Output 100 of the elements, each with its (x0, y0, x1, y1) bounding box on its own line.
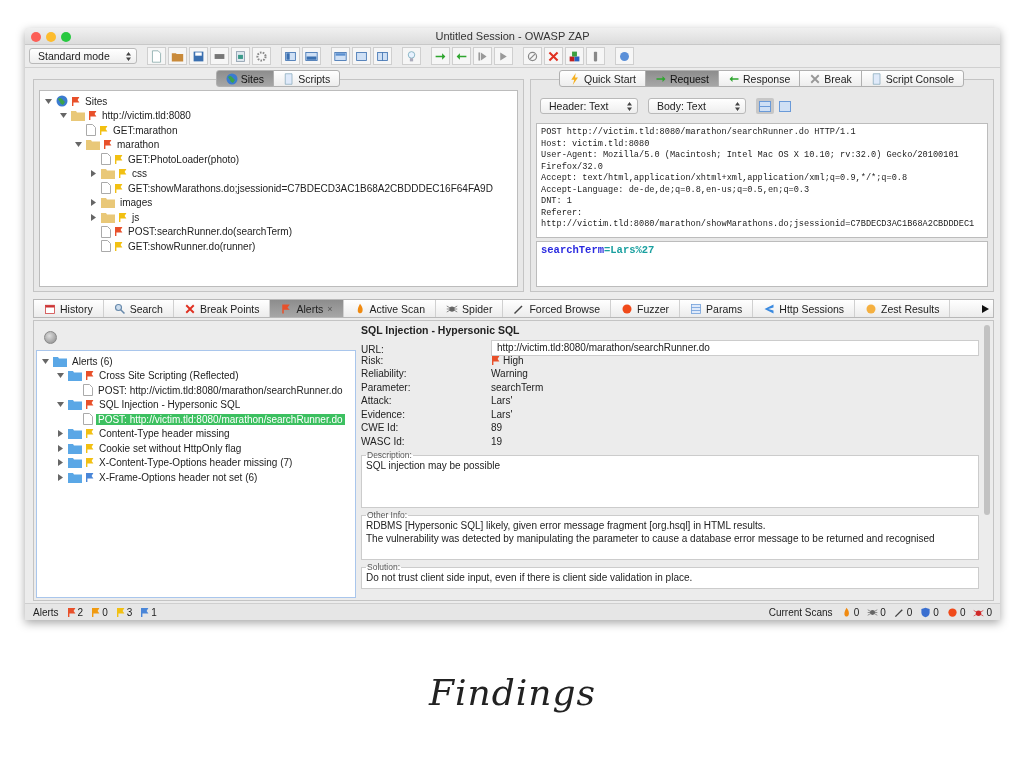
url-field[interactable]: http://victim.tld:8080/marathon/searchRunner.do (491, 340, 979, 356)
toolbar-button[interactable] (544, 47, 563, 65)
field-value: 89 (491, 422, 503, 434)
layout-button[interactable] (756, 98, 774, 114)
tree-item[interactable]: GET:showRunner.do(runner) (126, 240, 258, 252)
text-area[interactable] (361, 510, 979, 560)
tree-item[interactable]: Sites (83, 95, 110, 107)
toolbar-button[interactable] (494, 47, 513, 65)
panel-tab[interactable]: Params (680, 300, 754, 317)
tree-item[interactable]: Cookie set without HttpOnly flag (97, 442, 244, 454)
page-icon (83, 413, 93, 426)
tree-item[interactable]: Content-Type header missing (97, 428, 232, 440)
scan-count: 0 (959, 606, 966, 618)
toolbar-button[interactable] (565, 47, 584, 65)
toolbar-button[interactable] (231, 47, 250, 65)
toolbar-button[interactable] (373, 47, 392, 65)
expanded-arrow-icon[interactable] (57, 401, 64, 409)
panel-tab[interactable]: Fuzzer (611, 300, 681, 317)
panel-tab[interactable]: Quick Start (558, 70, 646, 87)
tree-item[interactable]: SQL Injection - Hypersonic SQL (97, 399, 243, 411)
text-area[interactable]: Description: SQL injection may be possible (361, 450, 979, 508)
panel-tab[interactable]: Http Sessions (753, 300, 856, 317)
panel-tab[interactable]: Scripts (273, 70, 341, 87)
collapsed-arrow-icon[interactable] (57, 473, 64, 481)
mode-select[interactable]: Standard mode (29, 48, 137, 64)
field-label: CWE Id: (361, 422, 400, 434)
dot-icon (621, 302, 633, 315)
expanded-arrow-icon[interactable] (45, 97, 52, 105)
tree-item[interactable]: http://victim.tld:8080 (100, 110, 193, 122)
text-area[interactable]: Solution: Do not trust client side input, even if there is client side validation in place. (361, 562, 979, 589)
toolbar-button[interactable] (431, 47, 450, 65)
collapsed-arrow-icon[interactable] (90, 213, 97, 221)
circle-icon (865, 302, 878, 315)
field-value: searchTerm (491, 381, 544, 393)
expanded-arrow-icon[interactable] (57, 372, 64, 380)
panel-tab[interactable]: Zest Results (855, 300, 951, 317)
tree-item[interactable]: X-Frame-Options header not set (6) (97, 471, 260, 483)
field-label: Attack: (361, 395, 393, 407)
section-text: The vulnerability was detected by manipulating the parameter to cause a database error message to be returned and recognised (366, 532, 936, 545)
toolbar-button[interactable] (331, 47, 350, 65)
folder-icon (68, 442, 82, 454)
panel-tab[interactable]: Sites (215, 70, 275, 87)
wand-icon (513, 302, 526, 315)
page-icon (83, 384, 93, 397)
field-value: High (503, 354, 524, 366)
window-title: Untitled Session - OWASP ZAP (435, 30, 590, 42)
tree-item[interactable]: marathon (115, 139, 162, 151)
tree-item[interactable]: Alerts (6) (70, 355, 115, 367)
tree-item[interactable]: css (130, 168, 149, 180)
panel-tab[interactable]: Forced Browse (503, 300, 611, 317)
body-format-select[interactable]: Body: Text (648, 98, 746, 114)
layout-button[interactable] (776, 98, 794, 114)
panel-tab[interactable]: Request (644, 70, 719, 87)
save-icon (192, 49, 205, 63)
tree-item[interactable]: X-Content-Type-Options header missing (7) (97, 457, 295, 469)
tree-item[interactable]: GET:showMarathons.do;jsessionid=C7BDECD3AC1B68A2CBDDDEC16F64FA9D (126, 182, 495, 194)
toolbar-button[interactable] (281, 47, 300, 65)
request-body-text[interactable]: searchTerm=Lars%27 (536, 241, 988, 287)
panel-tab[interactable]: History (34, 300, 104, 317)
collapsed-arrow-icon[interactable] (57, 459, 64, 467)
panel-tab[interactable]: Break (799, 70, 862, 87)
toolbar-button[interactable] (302, 47, 321, 65)
collapsed-arrow-icon[interactable] (57, 430, 64, 438)
expanded-arrow-icon[interactable] (60, 112, 67, 120)
toolbar-button[interactable] (352, 47, 371, 65)
request-header-text[interactable]: POST http://victim.tld:8080/marathon/searchRunner.do HTTP/1.1 Host: victim.tld:8080 User-Agent: Mozilla/5.0 (Macintosh; Intel Mac OS X 10.10; rv:32.0) Gecko/20100101 Firefox/32.0 Accept: text/html,application/xhtml+xml,application/xml;q=0.9,*/*;q=0.8 Accept-Language: de-de,de;q=0.8,en-us;q=0.5,en;q=0.3 DNT: 1 Referer: http://victim.tld:8080/marathon/showMarathons.do;jsessionid=C7BDECD3AC1B68A2CBDDDEC1 (536, 123, 988, 238)
close-button[interactable] (31, 32, 41, 42)
collapsed-arrow-icon[interactable] (57, 444, 64, 452)
toolbar-button[interactable] (586, 47, 605, 65)
scroll-right-icon[interactable] (981, 304, 989, 313)
panel-tab[interactable]: Spider (436, 300, 504, 317)
toolbar-button[interactable] (452, 47, 471, 65)
tree-item[interactable]: POST:searchRunner.do(searchTerm) (126, 226, 294, 238)
panel-tab[interactable]: Active Scan (343, 300, 437, 317)
tree-item[interactable]: images (118, 197, 155, 209)
tree-item[interactable]: POST: http://victim.tld:8080/marathon/searchRunner.do (96, 384, 345, 396)
blocks-icon (568, 49, 581, 63)
collapsed-arrow-icon[interactable] (90, 199, 97, 207)
toolbar-button[interactable] (189, 47, 208, 65)
panel-tab[interactable]: Search (103, 300, 174, 317)
status-button[interactable] (44, 331, 57, 344)
expanded-arrow-icon[interactable] (75, 141, 82, 149)
toolbar-button[interactable] (523, 47, 542, 65)
tree-item[interactable]: GET:marathon (111, 124, 180, 136)
panel-tab[interactable]: Response (718, 70, 801, 87)
collapsed-arrow-icon[interactable] (90, 170, 97, 178)
panel-tab[interactable]: Script Console (860, 70, 964, 87)
header-format-select[interactable]: Header: Text (540, 98, 638, 114)
toolbar-button[interactable] (473, 47, 492, 65)
toolbar-button[interactable] (615, 47, 634, 65)
panel-tab[interactable]: Alerts × (270, 300, 344, 317)
toolbar-button[interactable] (210, 47, 229, 65)
folder-icon (101, 211, 115, 223)
tree-item[interactable]: js (130, 211, 142, 223)
toolbar-button[interactable] (252, 47, 271, 65)
tree-item[interactable]: GET:PhotoLoader(photo) (126, 153, 242, 165)
folder-icon (71, 110, 85, 122)
toolbar-button[interactable] (168, 47, 187, 65)
tree-item[interactable]: Cross Site Scripting (Reflected) (97, 370, 241, 382)
expanded-arrow-icon[interactable] (42, 357, 49, 365)
